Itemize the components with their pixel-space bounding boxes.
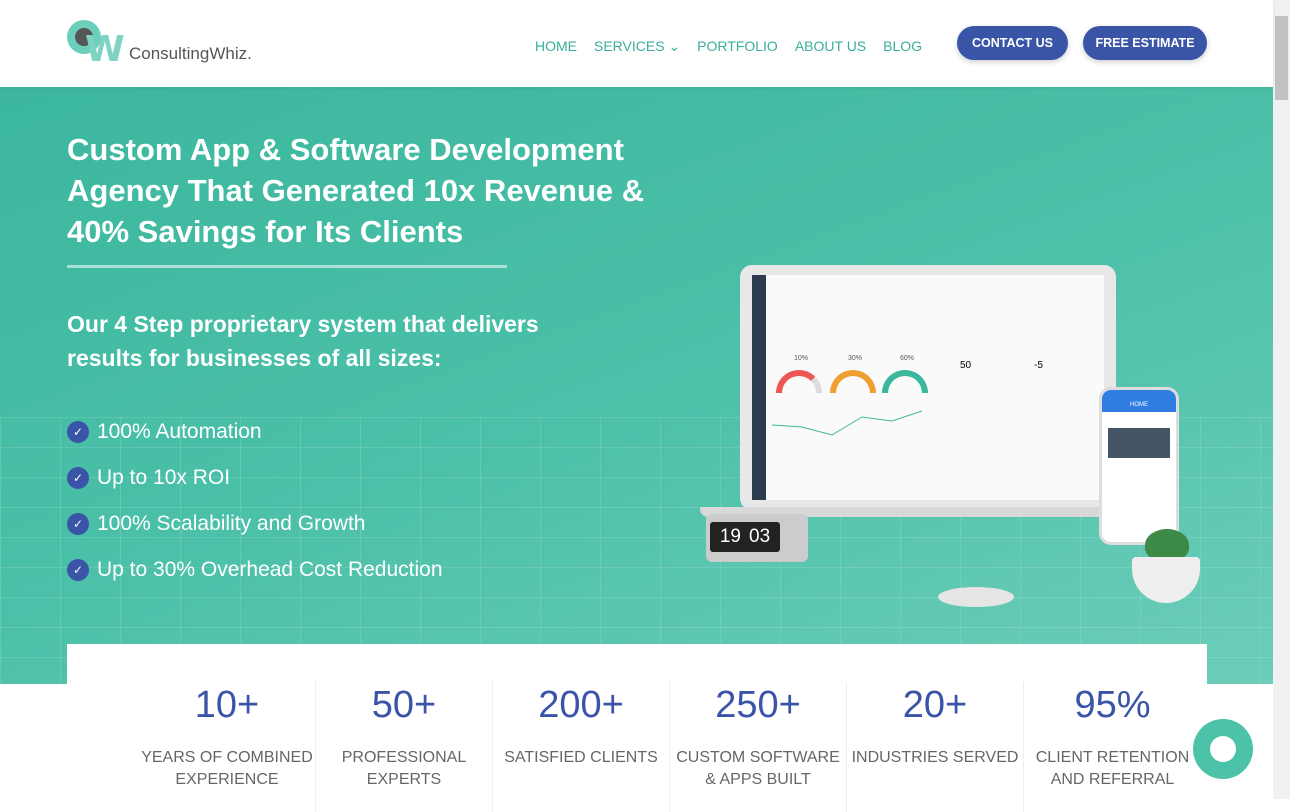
- free-estimate-button[interactable]: FREE ESTIMATE: [1083, 26, 1207, 60]
- scrollbar-thumb[interactable]: [1275, 16, 1288, 100]
- list-item: ✓ Up to 10x ROI: [67, 455, 443, 501]
- nav-portfolio[interactable]: PORTFOLIO: [697, 38, 778, 55]
- list-item: ✓ 100% Scalability and Growth: [67, 501, 443, 547]
- stat-item: 200+ SATISFIED CLIENTS: [493, 682, 670, 812]
- nav-about[interactable]: ABOUT US: [795, 38, 866, 55]
- stat-item: 20+ INDUSTRIES SERVED: [847, 682, 1024, 812]
- stat-item: 10+ YEARS OF COMBINED EXPERIENCE: [139, 682, 316, 812]
- nav-blog[interactable]: BLOG: [883, 38, 922, 55]
- stats-panel: 10+ YEARS OF COMBINED EXPERIENCE 50+ PROFE…: [67, 644, 1207, 812]
- hero-title: Custom App & Software Development Agency…: [67, 132, 645, 249]
- hero-subtitle: Our 4 Step proprietary system that deliv…: [67, 311, 539, 371]
- check-icon: ✓: [67, 421, 89, 443]
- divider: [67, 265, 507, 268]
- benefit-list: ✓ 100% Automation ✓ Up to 10x ROI ✓ 100% Sc…: [67, 409, 443, 593]
- list-item: ✓ 100% Automation: [67, 409, 443, 455]
- nav-services[interactable]: SERVICES ⌄: [594, 38, 680, 55]
- nav-home[interactable]: HOME: [535, 38, 577, 55]
- hero-section: Custom App & Software Development Agency…: [0, 87, 1273, 684]
- logo-text: ConsultingWhiz.: [129, 44, 252, 63]
- chat-button[interactable]: [1193, 719, 1253, 779]
- stat-item: 250+ CUSTOM SOFTWARE & APPS BUILT: [670, 682, 847, 812]
- check-icon: ✓: [67, 467, 89, 489]
- clock-image: 19 03: [706, 514, 808, 562]
- list-item: ✓ Up to 30% Overhead Cost Reduction: [67, 547, 443, 593]
- chevron-down-icon: ⌄: [668, 38, 681, 54]
- chat-bubble-icon: [1210, 736, 1236, 762]
- laptop-mockup-image: 10% 30% 60% 50 -5: [740, 265, 1116, 510]
- main-nav: HOME SERVICES ⌄ PORTFOLIO ABOUT US BLOG: [535, 38, 922, 55]
- check-icon: ✓: [67, 513, 89, 535]
- stat-item: 50+ PROFESSIONAL EXPERTS: [316, 682, 493, 812]
- stat-item: 95% CLIENT RETENTION AND REFERRAL: [1035, 684, 1190, 788]
- check-icon: ✓: [67, 559, 89, 581]
- mouse-image: [938, 587, 1014, 607]
- phone-mockup-image: HOME: [1099, 387, 1179, 545]
- scrollbar[interactable]: [1273, 0, 1290, 799]
- contact-us-button[interactable]: CONTACT US: [957, 26, 1068, 60]
- site-header: W ConsultingWhiz. HOME SERVICES ⌄ PORTFO…: [0, 0, 1273, 87]
- logo[interactable]: W ConsultingWhiz.: [67, 20, 267, 68]
